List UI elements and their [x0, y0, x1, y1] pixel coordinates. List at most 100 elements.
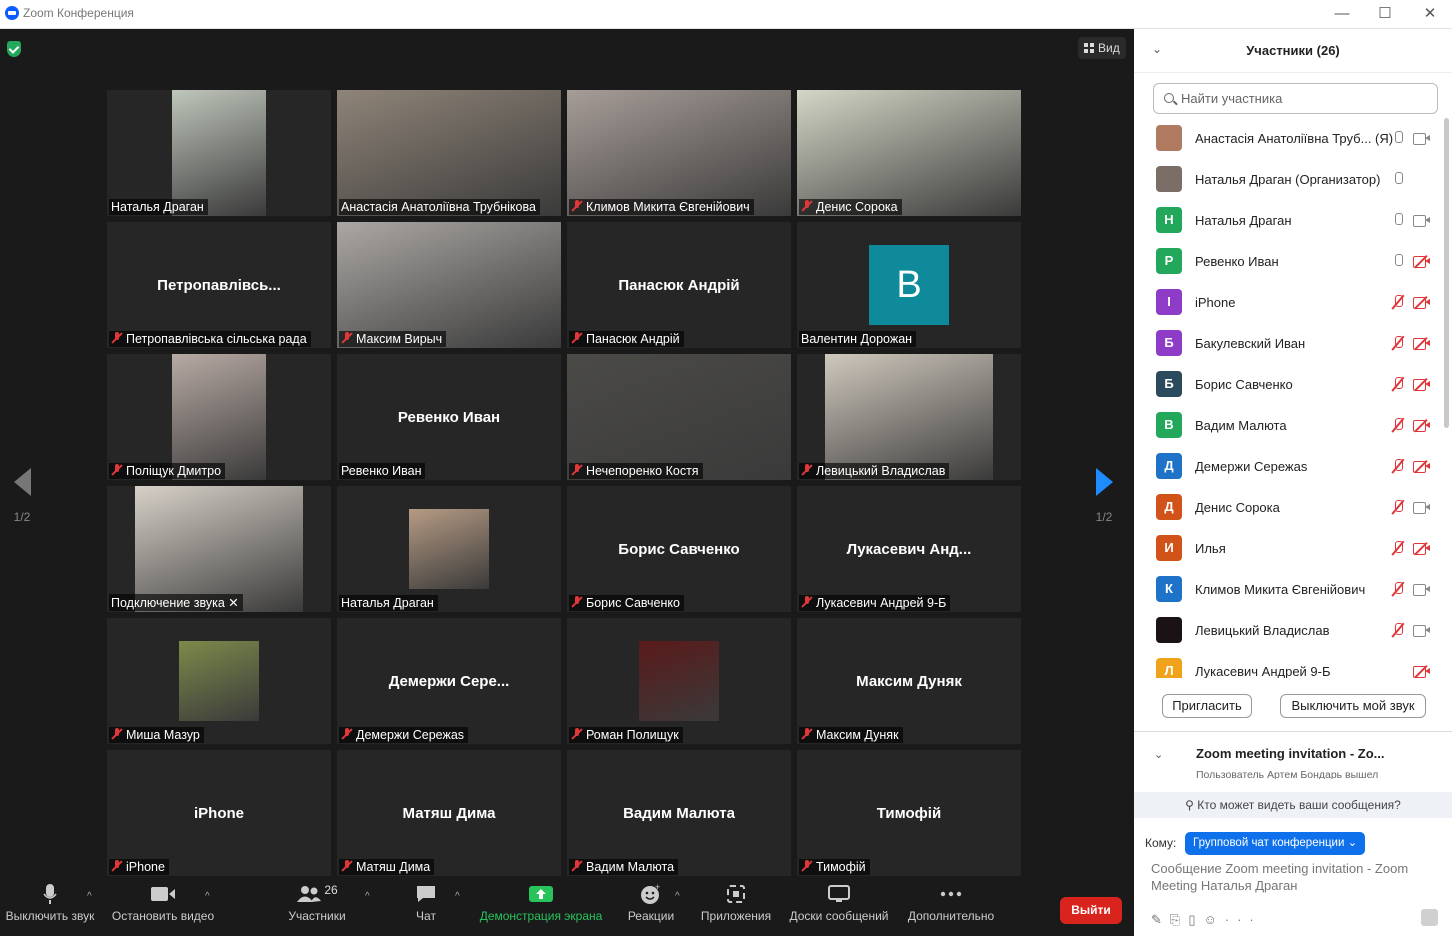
participant-row[interactable]: К Климов Микита Євгенійович: [1134, 569, 1452, 610]
video-tile[interactable]: Панасюк Андрій Панасюк Андрій: [567, 222, 791, 348]
video-tile[interactable]: Наталья Драган: [107, 90, 331, 216]
reactions-button[interactable]: + Реакции: [624, 879, 678, 936]
video-tile[interactable]: Максим Вирыч: [337, 222, 561, 348]
mute-me-button[interactable]: Выключить мой звук: [1280, 694, 1426, 718]
mic-muted-icon[interactable]: [1393, 623, 1403, 637]
video-tile[interactable]: Анастасія Анатоліївна Трубнікова: [337, 90, 561, 216]
participant-row[interactable]: Б Борис Савченко: [1134, 364, 1452, 405]
video-tile[interactable]: Максим Дуняк Максим Дуняк: [797, 618, 1021, 744]
video-tile[interactable]: Лукасевич Анд... Лукасевич Андрей 9-Б: [797, 486, 1021, 612]
close-icon[interactable]: ✕: [1415, 3, 1445, 25]
video-tile[interactable]: Матяш Дима Матяш Дима: [337, 750, 561, 876]
participant-row[interactable]: Р Ревенко Иван: [1134, 241, 1452, 282]
chat-message-input[interactable]: Сообщение Zoom meeting invitation - Zoom…: [1151, 860, 1441, 894]
chat-collapse-chevron-icon[interactable]: ⌄: [1154, 748, 1163, 761]
send-button[interactable]: [1421, 909, 1438, 926]
whiteboards-button[interactable]: Доски сообщений: [786, 879, 892, 936]
maximize-icon[interactable]: ☐: [1370, 3, 1400, 25]
who-can-see-link[interactable]: ⚲ Кто может видеть ваши сообщения?: [1134, 792, 1452, 818]
share-screen-button[interactable]: Демонстрация экрана: [478, 879, 604, 936]
camera-off-icon[interactable]: [1413, 336, 1430, 351]
participant-row[interactable]: Д Денис Сорока: [1134, 487, 1452, 528]
mic-muted-icon[interactable]: [1393, 500, 1403, 514]
camera-off-icon[interactable]: [1413, 295, 1430, 310]
video-tile[interactable]: Тимофій Тимофій: [797, 750, 1021, 876]
more-button[interactable]: Дополнительно: [904, 879, 998, 936]
camera-icon[interactable]: [1413, 502, 1430, 514]
mic-muted-icon[interactable]: [1393, 582, 1403, 596]
stop-video-button[interactable]: Остановить видео: [110, 879, 216, 936]
camera-off-icon[interactable]: [1413, 377, 1430, 392]
screenshot-icon[interactable]: ⎘: [1170, 912, 1188, 927]
video-tile[interactable]: Миша Мазур: [107, 618, 331, 744]
participant-row[interactable]: И Илья: [1134, 528, 1452, 569]
participant-list-scrollbar[interactable]: [1444, 118, 1449, 428]
mic-muted-icon[interactable]: [1393, 418, 1403, 432]
chat-button[interactable]: Чат: [406, 879, 446, 936]
format-icon[interactable]: ✎: [1151, 912, 1170, 927]
camera-off-icon[interactable]: [1413, 459, 1430, 474]
emoji-icon[interactable]: ☺: [1203, 912, 1224, 927]
chat-options-caret-icon[interactable]: ^: [455, 891, 460, 902]
participant-row[interactable]: Левицький Владислав: [1134, 610, 1452, 651]
mic-muted-icon[interactable]: [1393, 295, 1403, 309]
camera-icon[interactable]: [1413, 584, 1430, 596]
camera-icon[interactable]: [1413, 215, 1430, 227]
video-tile[interactable]: Наталья Драган: [337, 486, 561, 612]
next-page-button[interactable]: 1/2: [1084, 462, 1124, 552]
mic-muted-icon[interactable]: [1393, 377, 1403, 391]
video-tile[interactable]: В Валентин Дорожан: [797, 222, 1021, 348]
video-tile[interactable]: Климов Микита Євгенійович: [567, 90, 791, 216]
video-tile[interactable]: Левицький Владислав: [797, 354, 1021, 480]
file-icon[interactable]: ▯: [1188, 912, 1203, 927]
participant-row[interactable]: Л Лукасевич Андрей 9-Б: [1134, 651, 1452, 678]
video-tile[interactable]: Роман Полищук: [567, 618, 791, 744]
video-tile[interactable]: iPhone iPhone: [107, 750, 331, 876]
video-tile[interactable]: Вадим Малюта Вадим Малюта: [567, 750, 791, 876]
camera-off-icon[interactable]: [1413, 541, 1430, 556]
view-button[interactable]: Вид: [1078, 37, 1126, 59]
microphone-icon[interactable]: [1393, 213, 1403, 227]
video-options-caret-icon[interactable]: ^: [205, 891, 210, 902]
participant-row[interactable]: В Вадим Малюта: [1134, 405, 1452, 446]
microphone-icon[interactable]: [1393, 254, 1403, 268]
microphone-icon[interactable]: [1393, 131, 1403, 145]
participant-row[interactable]: Наталья Драган (Организатор): [1134, 159, 1452, 200]
invite-button[interactable]: Пригласить: [1162, 694, 1252, 718]
security-shield-icon[interactable]: [7, 41, 21, 57]
reactions-options-caret-icon[interactable]: ^: [675, 891, 680, 902]
participant-row[interactable]: Д Демержи Сережаѕ: [1134, 446, 1452, 487]
video-tile[interactable]: Подключение звука ✕: [107, 486, 331, 612]
camera-off-icon[interactable]: [1413, 664, 1430, 678]
apps-button[interactable]: Приложения: [697, 879, 775, 936]
video-tile[interactable]: Поліщук Дмитро: [107, 354, 331, 480]
participant-row[interactable]: IiPhone: [1134, 282, 1452, 323]
participant-row[interactable]: Анастасія Анатоліївна Труб... (Я): [1134, 118, 1452, 159]
participant-row[interactable]: Н Наталья Драган: [1134, 200, 1452, 241]
mute-options-caret-icon[interactable]: ^: [87, 891, 92, 902]
more-dots-icon[interactable]: ···: [1225, 912, 1262, 927]
video-tile[interactable]: Нечепоренко Костя: [567, 354, 791, 480]
video-tile[interactable]: Ревенко Иван Ревенко Иван: [337, 354, 561, 480]
mic-muted-icon[interactable]: [1393, 541, 1403, 555]
participants-options-caret-icon[interactable]: ^: [365, 891, 370, 902]
participant-row[interactable]: Б Бакулевский Иван: [1134, 323, 1452, 364]
leave-button[interactable]: Выйти: [1060, 897, 1122, 924]
mic-muted-icon[interactable]: [1393, 459, 1403, 473]
participant-search-input[interactable]: Найти участника: [1153, 83, 1438, 114]
camera-icon[interactable]: [1413, 133, 1430, 145]
camera-off-icon[interactable]: [1413, 418, 1430, 433]
video-tile[interactable]: Борис Савченко Борис Савченко: [567, 486, 791, 612]
prev-page-button[interactable]: 1/2: [2, 462, 42, 552]
minimize-icon[interactable]: —: [1327, 3, 1357, 25]
video-tile[interactable]: Петропавлівсь... Петропавлівська сільська…: [107, 222, 331, 348]
camera-icon[interactable]: [1413, 625, 1430, 637]
video-tile[interactable]: Демержи Сере... Демержи Сережаѕ: [337, 618, 561, 744]
mute-button[interactable]: Выключить звук: [4, 879, 96, 936]
mic-muted-icon[interactable]: [1393, 336, 1403, 350]
participants-button[interactable]: 26 Участники: [282, 879, 352, 936]
microphone-icon[interactable]: [1393, 172, 1403, 186]
chat-recipient-select[interactable]: Групповой чат конференции ⌄: [1185, 832, 1366, 855]
camera-off-icon[interactable]: [1413, 254, 1430, 269]
video-tile[interactable]: Денис Сорока: [797, 90, 1021, 216]
